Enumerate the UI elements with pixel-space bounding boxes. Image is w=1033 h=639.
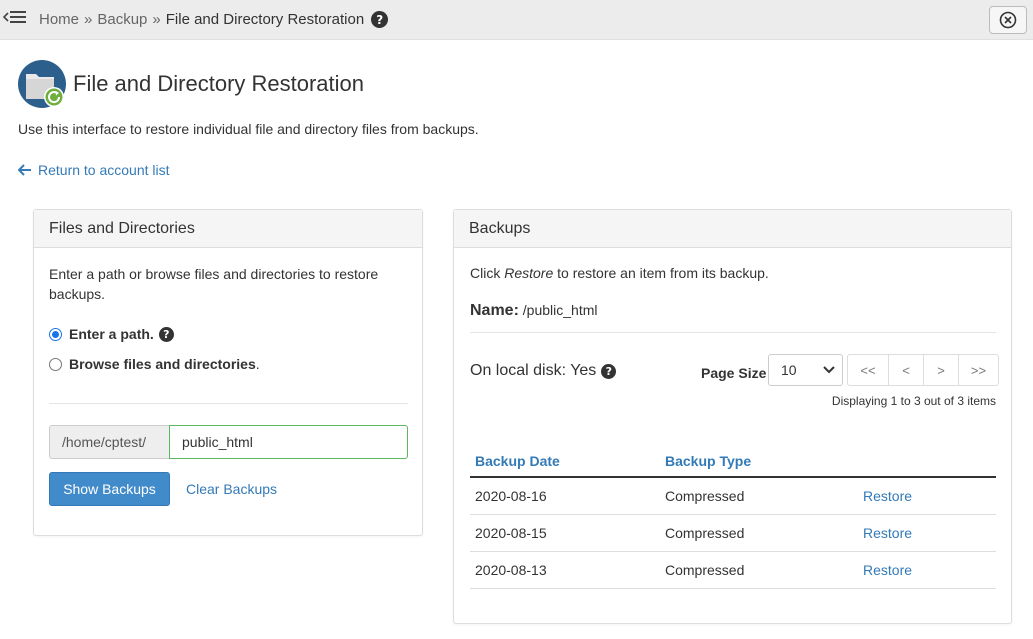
breadcrumb-home[interactable]: Home xyxy=(39,11,79,28)
page-size-select[interactable]: 10 xyxy=(768,354,843,386)
divider xyxy=(49,403,408,404)
breadcrumb: Home » Backup » File and Directory Resto… xyxy=(39,11,389,28)
top-bar: Home » Backup » File and Directory Resto… xyxy=(0,0,1033,40)
backup-name-label: Name: xyxy=(470,302,519,319)
local-disk-status: On local disk: Yes ? xyxy=(470,362,617,380)
page-size-value: 10 xyxy=(781,362,797,378)
chevron-down-icon xyxy=(823,366,835,374)
backups-table: Backup Date Backup Type 2020-08-16 Compr… xyxy=(470,449,996,589)
radio-browse-suffix: . xyxy=(255,356,260,372)
pager-first-button[interactable]: << xyxy=(847,354,889,386)
backup-name-value: /public_html xyxy=(518,302,598,318)
folder-restore-icon xyxy=(18,60,68,110)
pagination: << < > >> xyxy=(847,354,999,386)
backups-panel: Backups Click Restore to restore an item… xyxy=(453,209,1012,624)
restore-link[interactable]: Restore xyxy=(863,525,912,541)
path-input[interactable] xyxy=(169,425,408,459)
breadcrumb-backup[interactable]: Backup xyxy=(97,11,147,28)
backups-instructions: Click Restore to restore an item from it… xyxy=(470,265,769,281)
radio-enter-path-label: Enter a path. xyxy=(69,326,154,342)
files-and-directories-panel: Files and Directories Enter a path or br… xyxy=(33,209,423,536)
radio-browse[interactable]: Browse files and directories. xyxy=(49,356,260,372)
table-row: 2020-08-16 Compressed Restore xyxy=(470,478,996,515)
breadcrumb-current: File and Directory Restoration xyxy=(165,11,365,28)
path-input-group: /home/cptest/ xyxy=(49,425,408,459)
page-title: File and Directory Restoration xyxy=(73,71,365,96)
radio-enter-path[interactable]: Enter a path. ? xyxy=(49,326,174,342)
files-panel-instructions: Enter a path or browse files and directo… xyxy=(49,266,379,302)
table-row: 2020-08-15 Compressed Restore xyxy=(470,515,996,552)
question-circle-icon[interactable]: ? xyxy=(158,326,174,342)
restore-link[interactable]: Restore xyxy=(863,488,912,504)
backup-name: Name: /public_html xyxy=(470,302,598,320)
question-circle-icon[interactable]: ? xyxy=(371,11,389,28)
return-link-label: Return to account list xyxy=(38,162,170,178)
path-prefix: /home/cptest/ xyxy=(49,425,169,459)
cell-backup-date: 2020-08-13 xyxy=(475,562,547,578)
radio-browse-label: Browse files and directories xyxy=(69,356,256,372)
breadcrumb-separator: » xyxy=(84,11,93,28)
column-backup-date[interactable]: Backup Date xyxy=(475,453,560,469)
cell-backup-type: Compressed xyxy=(665,525,745,541)
breadcrumb-separator: » xyxy=(152,11,161,28)
files-panel-title: Files and Directories xyxy=(34,210,422,248)
show-backups-button[interactable]: Show Backups xyxy=(49,472,170,506)
arrow-left-icon xyxy=(18,164,31,176)
menu-collapse-icon[interactable] xyxy=(2,8,27,28)
radio-enter-path-control[interactable] xyxy=(49,327,62,341)
display-count: Displaying 1 to 3 out of 3 items xyxy=(831,394,996,408)
restore-link[interactable]: Restore xyxy=(863,562,912,578)
cell-backup-type: Compressed xyxy=(665,562,745,578)
page-size-label: Page Size xyxy=(701,365,767,381)
pager-last-button[interactable]: >> xyxy=(958,354,999,386)
page-description: Use this interface to restore individual… xyxy=(18,121,479,137)
close-icon xyxy=(999,11,1017,29)
radio-browse-control[interactable] xyxy=(49,357,62,371)
table-row: 2020-08-13 Compressed Restore xyxy=(470,552,996,589)
cell-backup-date: 2020-08-15 xyxy=(475,525,547,541)
clear-backups-link[interactable]: Clear Backups xyxy=(186,481,277,497)
return-to-account-list-link[interactable]: Return to account list xyxy=(18,162,170,178)
divider xyxy=(470,332,996,333)
cell-backup-date: 2020-08-16 xyxy=(475,488,547,504)
cell-backup-type: Compressed xyxy=(665,488,745,504)
pager-prev-button[interactable]: < xyxy=(888,354,924,386)
column-backup-type[interactable]: Backup Type xyxy=(665,453,751,469)
close-button[interactable] xyxy=(989,6,1027,34)
table-header: Backup Date Backup Type xyxy=(470,449,996,478)
backups-panel-title: Backups xyxy=(454,210,1011,248)
pager-next-button[interactable]: > xyxy=(923,354,959,386)
question-circle-icon[interactable]: ? xyxy=(601,363,617,379)
